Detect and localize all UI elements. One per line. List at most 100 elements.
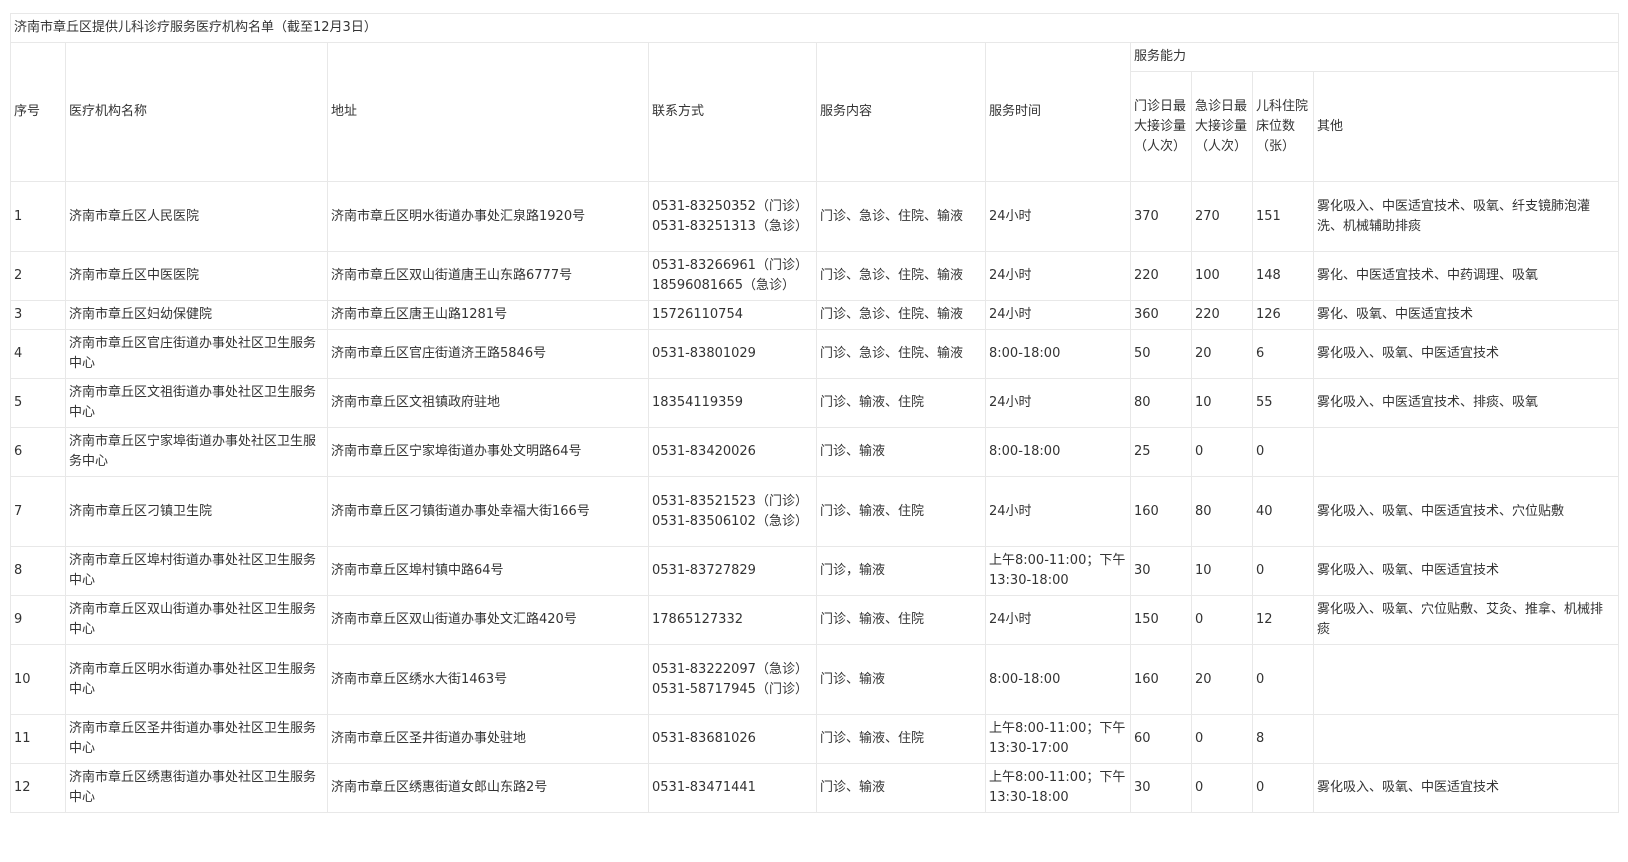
cell-name: 济南市章丘区明水街道办事处社区卫生服务中心: [65, 644, 328, 715]
cell-address: 济南市章丘区宁家埠街道办事处文明路64号: [327, 427, 649, 477]
cell-emergency: 0: [1191, 714, 1253, 764]
cell-name: 济南市章丘区圣井街道办事处社区卫生服务中心: [65, 714, 328, 764]
cell-name: 济南市章丘区绣惠街道办事处社区卫生服务中心: [65, 763, 328, 813]
header-capacity: 服务能力: [1129, 42, 1620, 72]
table-row: 2 济南市章丘区中医医院 济南市章丘区双山街道唐王山东路6777号 0531-8326…: [10, 251, 1620, 301]
cell-emergency: 20: [1191, 644, 1253, 715]
cell-hours: 上午8:00-11:00；下午13:30-18:00: [985, 763, 1131, 813]
cell-emergency: 100: [1191, 251, 1253, 301]
cell-contact: 0531-83681026: [648, 714, 817, 764]
cell-beds: 0: [1252, 427, 1314, 477]
cell-address: 济南市章丘区刁镇街道办事处幸福大街166号: [327, 476, 649, 547]
cell-emergency: 0: [1191, 427, 1253, 477]
cell-contact: 18354119359: [648, 378, 817, 428]
header-hours: 服务时间: [985, 42, 1131, 182]
cell-beds: 126: [1252, 300, 1314, 330]
cell-beds: 8: [1252, 714, 1314, 764]
cell-name: 济南市章丘区宁家埠街道办事处社区卫生服务中心: [65, 427, 328, 477]
cell-other: 雾化吸入、吸氧、中医适宜技术、穴位贴敷: [1312, 476, 1620, 547]
cell-name: 济南市章丘区埠村街道办事处社区卫生服务中心: [65, 546, 328, 596]
cell-index: 12: [10, 763, 66, 813]
cell-outpatient: 160: [1130, 644, 1192, 715]
cell-name: 济南市章丘区中医医院: [65, 251, 328, 301]
cell-index: 8: [10, 546, 66, 596]
cell-services: 门诊、输液: [816, 763, 986, 813]
cell-emergency: 0: [1191, 763, 1253, 813]
cell-other: 雾化、吸氧、中医适宜技术: [1312, 300, 1620, 330]
table-row: 1 济南市章丘区人民医院 济南市章丘区明水街道办事处汇泉路1920号 0531-832…: [10, 181, 1620, 252]
cell-outpatient: 50: [1130, 329, 1192, 379]
cell-other: [1312, 644, 1620, 715]
cell-hours: 24小时: [985, 476, 1131, 547]
table-row: 11 济南市章丘区圣井街道办事处社区卫生服务中心 济南市章丘区圣井街道办事处驻地 05…: [10, 714, 1620, 764]
cell-outpatient: 60: [1130, 714, 1192, 764]
cell-address: 济南市章丘区双山街道唐王山东路6777号: [327, 251, 649, 301]
header-services: 服务内容: [816, 42, 986, 182]
header-index: 序号: [10, 42, 66, 182]
cell-services: 门诊，输液: [816, 546, 986, 596]
cell-emergency: 20: [1191, 329, 1253, 379]
cell-other: 雾化吸入、吸氧、中医适宜技术: [1312, 763, 1620, 813]
cell-services: 门诊、急诊、住院、输液: [816, 251, 986, 301]
cell-index: 2: [10, 251, 66, 301]
cell-other: 雾化吸入、中医适宜技术、排痰、吸氧: [1312, 378, 1620, 428]
cell-address: 济南市章丘区埠村镇中路64号: [327, 546, 649, 596]
cell-hours: 上午8:00-11:00；下午13:30-17:00: [985, 714, 1131, 764]
cell-contact: 0531-83420026: [648, 427, 817, 477]
cell-address: 济南市章丘区文祖镇政府驻地: [327, 378, 649, 428]
header-contact: 联系方式: [648, 42, 817, 182]
cell-index: 7: [10, 476, 66, 547]
cell-beds: 6: [1252, 329, 1314, 379]
cell-services: 门诊、输液: [816, 427, 986, 477]
table-row: 7 济南市章丘区刁镇卫生院 济南市章丘区刁镇街道办事处幸福大街166号 0531-83…: [10, 476, 1620, 547]
table-row: 4 济南市章丘区官庄街道办事处社区卫生服务中心 济南市章丘区官庄街道济王路5846号…: [10, 329, 1620, 379]
header-name: 医疗机构名称: [65, 42, 328, 182]
cell-emergency: 10: [1191, 378, 1253, 428]
cell-address: 济南市章丘区绣惠街道女郎山东路2号: [327, 763, 649, 813]
cell-beds: 148: [1252, 251, 1314, 301]
cell-beds: 0: [1252, 644, 1314, 715]
cell-hours: 8:00-18:00: [985, 644, 1131, 715]
cell-contact: 0531-83521523（门诊） 0531-83506102（急诊）: [648, 476, 817, 547]
cell-contact: 0531-83250352（门诊） 0531-83251313（急诊）: [648, 181, 817, 252]
cell-other: 雾化吸入、吸氧、穴位贴敷、艾灸、推拿、机械排痰: [1312, 595, 1620, 645]
cell-contact: 0531-83222097（急诊） 0531-58717945（门诊）: [648, 644, 817, 715]
cell-other: [1312, 714, 1620, 764]
cell-beds: 40: [1252, 476, 1314, 547]
cell-hours: 24小时: [985, 300, 1131, 330]
cell-emergency: 80: [1191, 476, 1253, 547]
cell-index: 5: [10, 378, 66, 428]
cell-outpatient: 30: [1130, 763, 1192, 813]
cell-outpatient: 220: [1130, 251, 1192, 301]
cell-name: 济南市章丘区双山街道办事处社区卫生服务中心: [65, 595, 328, 645]
cell-name: 济南市章丘区刁镇卫生院: [65, 476, 328, 547]
cell-index: 3: [10, 300, 66, 330]
table-title-row: 济南市章丘区提供儿科诊疗服务医疗机构名单（截至12月3日）: [9, 13, 1620, 43]
cell-emergency: 270: [1191, 181, 1253, 252]
cell-index: 6: [10, 427, 66, 477]
table-row: 3 济南市章丘区妇幼保健院 济南市章丘区唐王山路1281号 15726110754 门诊…: [10, 300, 1620, 330]
cell-services: 门诊、输液、住院: [816, 378, 986, 428]
cell-outpatient: 80: [1130, 378, 1192, 428]
cell-emergency: 220: [1191, 300, 1253, 330]
cell-contact: 0531-83471441: [648, 763, 817, 813]
cell-beds: 151: [1252, 181, 1314, 252]
cell-other: [1312, 427, 1620, 477]
cell-other: 雾化、中医适宜技术、中药调理、吸氧: [1312, 251, 1620, 301]
cell-contact: 0531-83801029: [648, 329, 817, 379]
table-row: 9 济南市章丘区双山街道办事处社区卫生服务中心 济南市章丘区双山街道办事处文汇路42…: [10, 595, 1620, 645]
cell-index: 1: [10, 181, 66, 252]
cell-index: 11: [10, 714, 66, 764]
cell-name: 济南市章丘区文祖街道办事处社区卫生服务中心: [65, 378, 328, 428]
cell-address: 济南市章丘区官庄街道济王路5846号: [327, 329, 649, 379]
cell-other: 雾化吸入、吸氧、中医适宜技术: [1312, 329, 1620, 379]
cell-emergency: 0: [1191, 595, 1253, 645]
cell-emergency: 10: [1191, 546, 1253, 596]
cell-services: 门诊、输液、住院: [816, 595, 986, 645]
header-outpatient: 门诊日最大接诊量（人次）: [1130, 71, 1192, 182]
cell-address: 济南市章丘区明水街道办事处汇泉路1920号: [327, 181, 649, 252]
cell-other: 雾化吸入、吸氧、中医适宜技术: [1312, 546, 1620, 596]
cell-hours: 8:00-18:00: [985, 427, 1131, 477]
header-row: 序号 医疗机构名称 地址 联系方式 服务内容 服务时间 服务能力: [10, 42, 1620, 182]
header-address: 地址: [327, 42, 649, 182]
